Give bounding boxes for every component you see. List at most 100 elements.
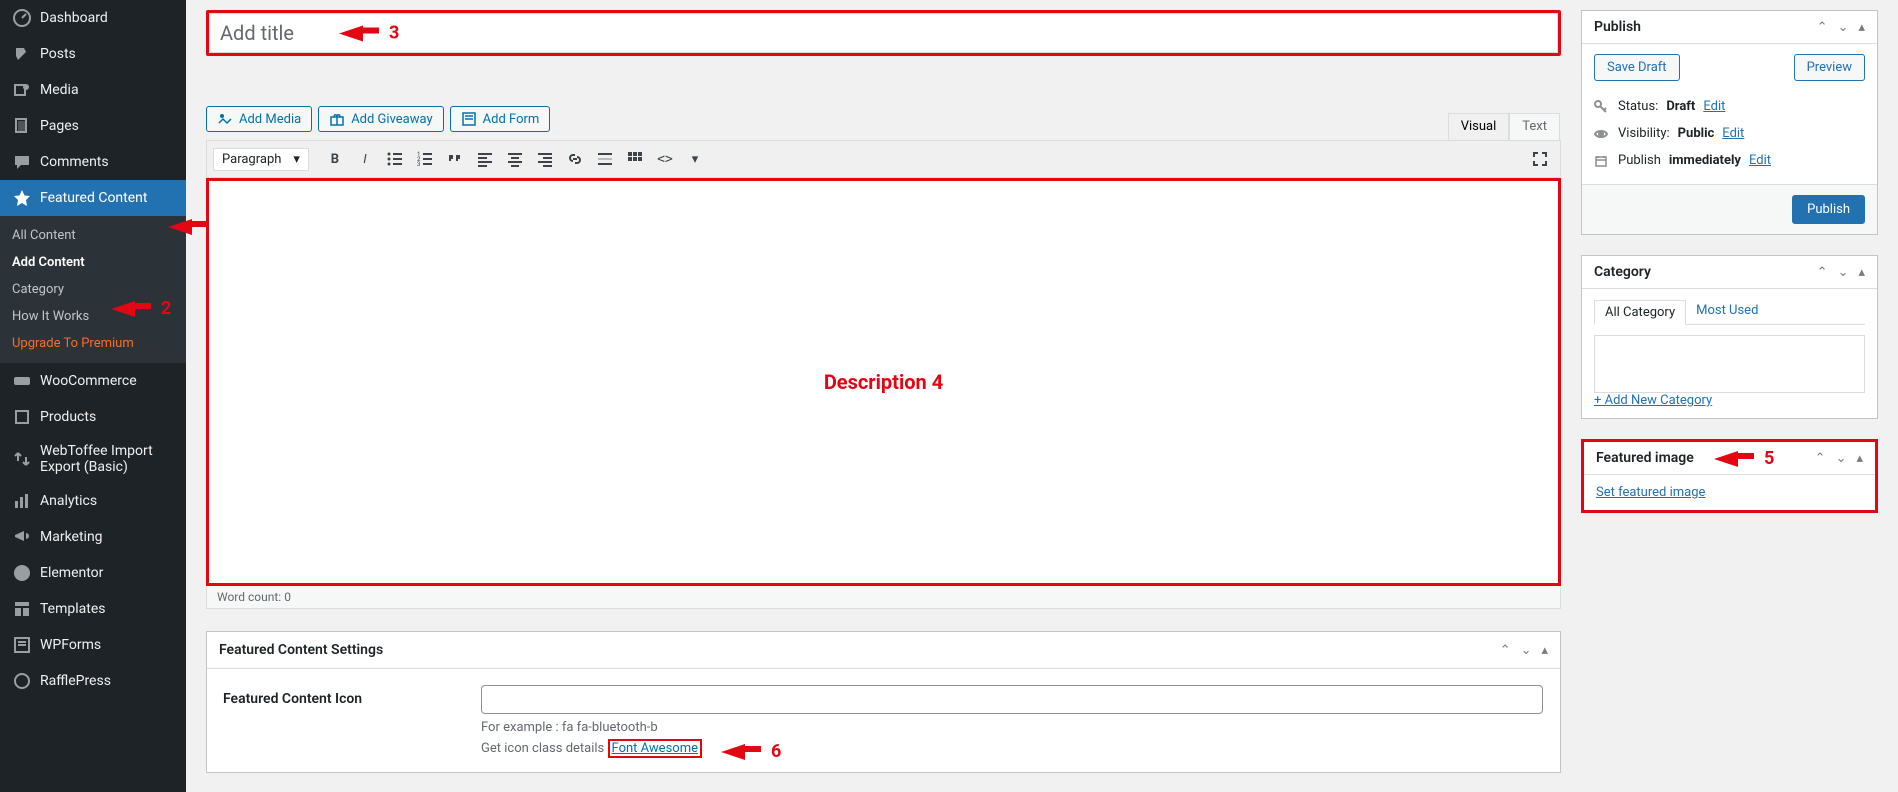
sidebar-item-posts[interactable]: Posts — [0, 36, 186, 72]
sidebar-label: Featured Content — [40, 190, 147, 206]
toggle-icon[interactable]: ▴ — [1858, 265, 1865, 280]
comments-icon — [12, 152, 32, 172]
align-right-button[interactable] — [531, 145, 559, 173]
icon-input[interactable] — [481, 685, 1543, 714]
form-icon — [461, 111, 477, 127]
title-wrapper: 3 — [206, 10, 1561, 56]
pages-icon — [12, 116, 32, 136]
main-content: 1 2 3 Add Media Add Giveaway Add Form Vi… — [186, 0, 1581, 792]
align-left-button[interactable] — [471, 145, 499, 173]
calendar-icon — [1594, 154, 1610, 168]
products-icon — [12, 407, 32, 427]
title-input[interactable] — [209, 13, 1558, 53]
sidebar-label: Marketing — [40, 529, 103, 545]
align-center-button[interactable] — [501, 145, 529, 173]
star-icon — [12, 188, 32, 208]
elementor-icon — [12, 563, 32, 583]
publish-button[interactable]: Publish — [1792, 195, 1865, 224]
submenu-add-content[interactable]: Add Content — [0, 249, 186, 276]
sidebar-label: Posts — [40, 46, 76, 62]
sidebar-label: Pages — [40, 118, 79, 134]
save-draft-button[interactable]: Save Draft — [1594, 54, 1680, 81]
admin-sidebar: Dashboard Posts Media Pages Comments Fea… — [0, 0, 186, 792]
bulleted-list-button[interactable] — [381, 145, 409, 173]
editor-canvas[interactable]: Description 4 — [206, 178, 1561, 586]
sidebar-item-analytics[interactable]: Analytics — [0, 483, 186, 519]
toggle-icon[interactable]: ▴ — [1858, 20, 1865, 35]
sidebar-label: WPForms — [40, 637, 101, 653]
annotation-5: 5 — [1764, 448, 1774, 469]
chevron-down-icon[interactable]: ▾ — [681, 145, 709, 173]
category-tab-all[interactable]: All Category — [1594, 300, 1686, 325]
move-up-icon[interactable]: ⌃ — [1500, 643, 1511, 658]
move-up-icon[interactable]: ⌃ — [1817, 20, 1828, 35]
edit-schedule-link[interactable]: Edit — [1749, 153, 1771, 168]
move-down-icon[interactable]: ⌄ — [1521, 643, 1532, 658]
category-title: Category — [1594, 264, 1651, 280]
sidebar-item-rafflepress[interactable]: RafflePress — [0, 663, 186, 699]
sidebar-item-templates[interactable]: Templates — [0, 591, 186, 627]
submenu-upgrade[interactable]: Upgrade To Premium — [0, 330, 186, 357]
code-button[interactable]: <> — [651, 145, 679, 173]
metabox-title: Featured Content Settings — [219, 642, 383, 658]
submenu-all-content[interactable]: All Content — [0, 222, 186, 249]
link-button[interactable] — [561, 145, 589, 173]
fullscreen-button[interactable] — [1526, 145, 1554, 173]
sidebar-label: Elementor — [40, 565, 103, 581]
templates-icon — [12, 599, 32, 619]
publish-panel: Publish ⌃ ⌄ ▴ Save Draft Preview Status:… — [1581, 10, 1878, 235]
annotation-6: 6 — [771, 741, 781, 762]
svg-text:3: 3 — [417, 161, 420, 168]
sidebar-item-webtoffee[interactable]: WebToffee Import Export (Basic) — [0, 435, 186, 483]
toolbar-toggle-button[interactable] — [621, 145, 649, 173]
submenu-how-it-works[interactable]: How It Works — [0, 303, 186, 330]
gift-icon — [329, 111, 345, 127]
add-giveaway-button[interactable]: Add Giveaway — [318, 106, 443, 132]
numbered-list-button[interactable]: 123 — [411, 145, 439, 173]
preview-button[interactable]: Preview — [1794, 54, 1865, 81]
insert-more-button[interactable] — [591, 145, 619, 173]
move-down-icon[interactable]: ⌄ — [1836, 451, 1847, 466]
category-list[interactable] — [1594, 335, 1865, 393]
edit-visibility-link[interactable]: Edit — [1722, 126, 1744, 141]
sidebar-item-media[interactable]: Media — [0, 72, 186, 108]
sidebar-item-elementor[interactable]: Elementor — [0, 555, 186, 591]
sidebar-item-featured-content[interactable]: Featured Content — [0, 180, 186, 216]
sidebar-item-wpforms[interactable]: WPForms — [0, 627, 186, 663]
font-awesome-link[interactable]: Font Awesome — [608, 739, 702, 758]
icon-help-details: Get icon class details — [481, 741, 604, 756]
sidebar-item-marketing[interactable]: Marketing — [0, 519, 186, 555]
add-media-button[interactable]: Add Media — [206, 106, 312, 132]
category-panel: Category ⌃ ⌄ ▴ All Category Most Used + … — [1581, 255, 1878, 419]
bold-button[interactable]: B — [321, 145, 349, 173]
sidebar-item-products[interactable]: Products — [0, 399, 186, 435]
set-featured-image-link[interactable]: Set featured image — [1596, 485, 1705, 500]
sidebar-label: Comments — [40, 154, 109, 170]
move-up-icon[interactable]: ⌃ — [1815, 451, 1826, 466]
media-icon — [12, 80, 32, 100]
move-down-icon[interactable]: ⌄ — [1838, 265, 1849, 280]
sidebar-item-dashboard[interactable]: Dashboard — [0, 0, 186, 36]
category-tab-most-used[interactable]: Most Used — [1686, 299, 1768, 324]
edit-status-link[interactable]: Edit — [1703, 99, 1725, 114]
add-category-link[interactable]: + Add New Category — [1594, 393, 1712, 408]
move-up-icon[interactable]: ⌃ — [1817, 265, 1828, 280]
move-down-icon[interactable]: ⌄ — [1838, 20, 1849, 35]
analytics-icon — [12, 491, 32, 511]
sidebar-item-pages[interactable]: Pages — [0, 108, 186, 144]
italic-button[interactable]: I — [351, 145, 379, 173]
import-export-icon — [12, 449, 32, 469]
toggle-icon[interactable]: ▴ — [1856, 451, 1863, 466]
sidebar-label: Analytics — [40, 493, 97, 509]
sidebar-item-comments[interactable]: Comments — [0, 144, 186, 180]
toggle-icon[interactable]: ▴ — [1541, 643, 1548, 658]
add-form-button[interactable]: Add Form — [450, 106, 551, 132]
tab-visual[interactable]: Visual — [1448, 113, 1510, 140]
submenu-category[interactable]: Category — [0, 276, 186, 303]
blockquote-button[interactable] — [441, 145, 469, 173]
format-select[interactable]: Paragraph ▾ — [213, 148, 309, 171]
dashboard-icon — [12, 8, 32, 28]
sidebar-label: WooCommerce — [40, 373, 137, 389]
sidebar-item-woocommerce[interactable]: WooCommerce — [0, 363, 186, 399]
tab-text[interactable]: Text — [1509, 113, 1560, 140]
